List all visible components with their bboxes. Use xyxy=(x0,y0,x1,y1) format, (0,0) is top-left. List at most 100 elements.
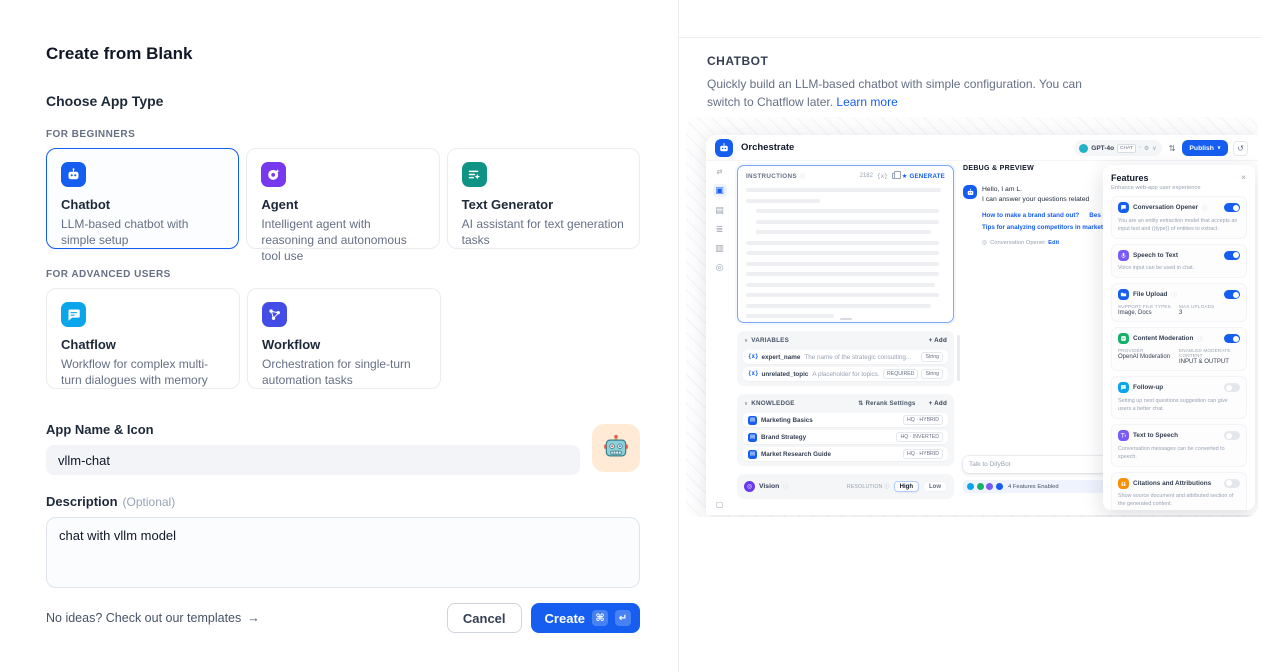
robot-emoji-icon xyxy=(602,434,630,462)
card-title: Chatflow xyxy=(61,337,225,352)
app-name-label: App Name & Icon xyxy=(46,422,640,437)
chevron-down-icon: ∨ xyxy=(744,401,748,407)
sidebar-globe-icon: ◎ xyxy=(716,262,724,273)
chatbot-icon xyxy=(61,162,86,187)
app-icon-picker[interactable] xyxy=(592,424,640,472)
text-to-speech-icon xyxy=(1118,430,1129,441)
app-type-card-text-generator[interactable]: Text Generator AI assistant for text gen… xyxy=(447,148,640,249)
char-count: 2182 xyxy=(860,173,873,179)
moderation-feature-dot xyxy=(977,483,984,490)
generate-button: ★ GENERATE xyxy=(902,173,945,180)
knowledge-row: ▤ Marketing Basics HQ · HYBRID xyxy=(743,413,948,427)
temperature-icon: ◦ xyxy=(1139,145,1141,151)
resolution-low-button: Low xyxy=(923,481,947,492)
app-type-card-chatbot[interactable]: Chatbot LLM-based chatbot with simple se… xyxy=(46,148,239,249)
workflow-icon xyxy=(262,302,287,327)
card-desc: Workflow for complex multi-turn dialogue… xyxy=(61,357,225,389)
description-label: Description xyxy=(46,494,118,509)
follow-up-icon xyxy=(1118,382,1129,393)
variable-row: {x} expert_name The name of the strategi… xyxy=(743,350,948,364)
create-app-modal: Create from Blank Choose App Type FOR BE… xyxy=(0,0,678,672)
group-label-beginners: FOR BEGINNERS xyxy=(46,129,640,140)
app-name-input[interactable] xyxy=(46,445,580,475)
instructions-title: INSTRUCTIONS xyxy=(746,173,797,180)
sidebar-list-icon: ≣ xyxy=(716,224,724,235)
mock-config-column: INSTRUCTIONS ⓘ 2182 {x} ★ GENERATE xyxy=(737,165,954,499)
conversation-opener-icon xyxy=(1118,202,1129,213)
mock-scrollbar xyxy=(957,335,960,381)
advanced-cards-row: Chatflow Workflow for complex multi-turn… xyxy=(46,288,640,389)
vision-icon: ◎ xyxy=(744,481,755,492)
bot-greeting: Hello, I am L. I can answer your questio… xyxy=(982,185,1103,205)
swap-icon: ⇄ xyxy=(717,168,723,176)
history-icon: ↺ xyxy=(1233,141,1248,156)
close-icon: × xyxy=(1241,172,1246,182)
modal-title: Create from Blank xyxy=(46,44,640,64)
insert-variable-icon: {x} xyxy=(877,173,888,180)
model-selector-chip: GPT-4o CHAT ◦ ⚙ ∨ xyxy=(1074,140,1161,156)
learn-more-link[interactable]: Learn more xyxy=(836,95,897,109)
features-panel: Features × Enhance web-app user experien… xyxy=(1103,165,1255,510)
opener-icon: ◎ xyxy=(982,240,987,246)
bot-avatar xyxy=(963,185,977,199)
choose-app-type-heading: Choose App Type xyxy=(46,93,640,109)
cancel-button[interactable]: Cancel xyxy=(447,603,522,633)
feature-card-content-moderation: Content Moderation ⓘ PROVIDEROpenAI Mode… xyxy=(1111,327,1247,371)
preview-top-strip xyxy=(679,0,1261,38)
knowledge-section: ∨ KNOWLEDGE ⇅Rerank Settings + Add ▤ Mar… xyxy=(737,394,954,466)
card-title: Workflow xyxy=(262,337,426,352)
app-type-card-chatflow[interactable]: Chatflow Workflow for complex multi-turn… xyxy=(46,288,240,389)
feature-card-conversation-opener: Conversation Opener ⓘ You are an entity … xyxy=(1111,196,1247,239)
vision-section: ◎ Vision ⓘ RESOLUTION ⓘ High Low xyxy=(737,474,954,499)
publish-button: Publish∨ xyxy=(1182,140,1228,156)
app-type-card-agent[interactable]: Agent Intelligent agent with reasoning a… xyxy=(246,148,439,249)
chatflow-icon xyxy=(61,302,86,327)
sliders-icon: ⇅ xyxy=(1169,144,1176,153)
preview-type-label: CHATBOT xyxy=(707,54,1233,68)
preview-description: Quickly build an LLM-based chatbot with … xyxy=(707,75,1097,111)
templates-link[interactable]: No ideas? Check out our templates → xyxy=(46,611,260,625)
cmd-key-icon: ⌘ xyxy=(592,610,608,626)
card-desc: Orchestration for single-turn automation… xyxy=(262,357,426,389)
sidebar-image-icon: ▤ xyxy=(715,205,724,216)
card-title: Agent xyxy=(261,197,424,212)
variable-row: {x} unrelated_topic A placeholder for to… xyxy=(743,367,948,381)
add-variable-button: + Add xyxy=(929,337,947,344)
card-title: Text Generator xyxy=(462,197,625,212)
app-logo-icon xyxy=(715,139,733,157)
card-desc: LLM-based chatbot with simple setup xyxy=(61,217,224,249)
opener-feature-dot xyxy=(967,483,974,490)
toggle xyxy=(1224,334,1240,343)
document-icon: ▤ xyxy=(748,433,757,442)
toggle xyxy=(1224,251,1240,260)
knowledge-row: ▤ Market Research Guide HQ · HYBRID xyxy=(743,447,948,461)
feature-card-citations: Citations and Attributions Show source d… xyxy=(1111,472,1247,510)
info-icon: ⓘ xyxy=(1202,204,1208,212)
info-icon: ⓘ xyxy=(1197,335,1203,343)
description-textarea[interactable]: chat with vllm model xyxy=(46,517,640,588)
resize-handle xyxy=(840,318,852,321)
document-icon: ▤ xyxy=(748,416,757,425)
toggle xyxy=(1224,383,1240,392)
feature-card-speech-to-text: Speech to Text Voice input can be used i… xyxy=(1111,244,1247,279)
card-title: Chatbot xyxy=(61,197,224,212)
feature-card-follow-up: Follow-up Setting up next questions sugg… xyxy=(1111,376,1247,419)
create-button[interactable]: Create ⌘ ↵ xyxy=(531,603,640,633)
feature-card-file-upload: File Upload ⓘ SUPPORT FILE TYPESImage, D… xyxy=(1111,283,1247,322)
resolution-high-button: High xyxy=(894,481,919,492)
chevron-down-icon: ∨ xyxy=(1152,145,1156,152)
info-icon: ⓘ xyxy=(1171,291,1177,299)
chat-mode-tag: CHAT xyxy=(1117,144,1136,153)
app-name-row xyxy=(46,445,640,475)
sidebar-note-icon: ▥ xyxy=(715,243,724,254)
enter-key-icon: ↵ xyxy=(615,610,631,626)
card-desc: Intelligent agent with reasoning and aut… xyxy=(261,217,424,265)
app-type-card-workflow[interactable]: Workflow Orchestration for single-turn a… xyxy=(247,288,441,389)
toggle xyxy=(1224,203,1240,212)
chevron-down-icon: ∨ xyxy=(744,338,748,344)
card-desc: AI assistant for text generation tasks xyxy=(462,217,625,249)
mock-sidebar: ⇄ ▣ ▤ ≣ ▥ ◎ xyxy=(706,161,733,515)
prompt-placeholder-lines xyxy=(746,188,945,318)
rerank-settings-button: ⇅Rerank Settings xyxy=(858,400,916,407)
file-upload-icon xyxy=(1118,289,1129,300)
